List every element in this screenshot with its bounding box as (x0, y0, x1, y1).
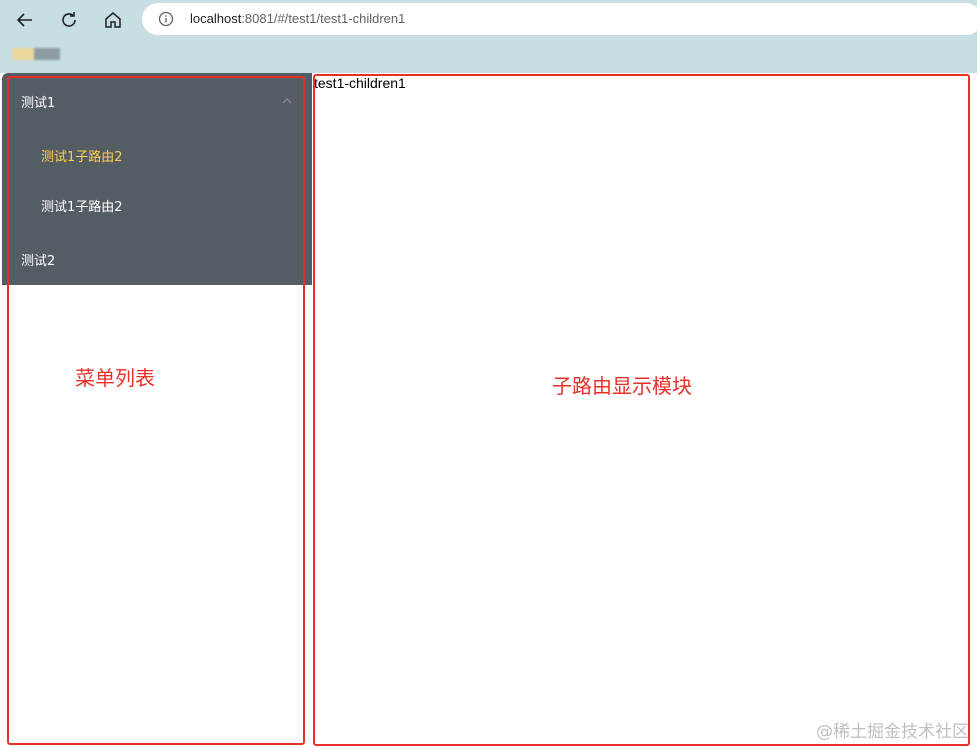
reload-icon (62, 12, 76, 27)
watermark: @稀土掘金技术社区 (816, 722, 969, 742)
bookmark-favicon (12, 48, 36, 60)
address-bar[interactable]: localhost:8081/#/test1/test1-children1 (142, 3, 977, 35)
menu-annotation-label: 菜单列表 (75, 366, 155, 390)
content-annotation-frame (313, 74, 970, 746)
url-host: localhost (190, 11, 242, 26)
url-text[interactable]: localhost:8081/#/test1/test1-children1 (190, 11, 405, 27)
home-icon (105, 12, 121, 28)
arrow-left-icon (16, 13, 32, 27)
home-button[interactable] (97, 4, 129, 36)
menu-annotation-frame (7, 76, 305, 745)
back-button[interactable] (9, 4, 41, 36)
reload-button[interactable] (53, 4, 85, 36)
bookmark-item[interactable] (12, 48, 60, 60)
url-path: :8081/#/test1/test1-children1 (241, 11, 406, 26)
bookmark-label-blurred (34, 48, 60, 60)
info-icon[interactable] (158, 11, 174, 27)
browser-toolbar: localhost:8081/#/test1/test1-children1 (0, 0, 977, 73)
content-annotation-label: 子路由显示模块 (552, 374, 692, 398)
